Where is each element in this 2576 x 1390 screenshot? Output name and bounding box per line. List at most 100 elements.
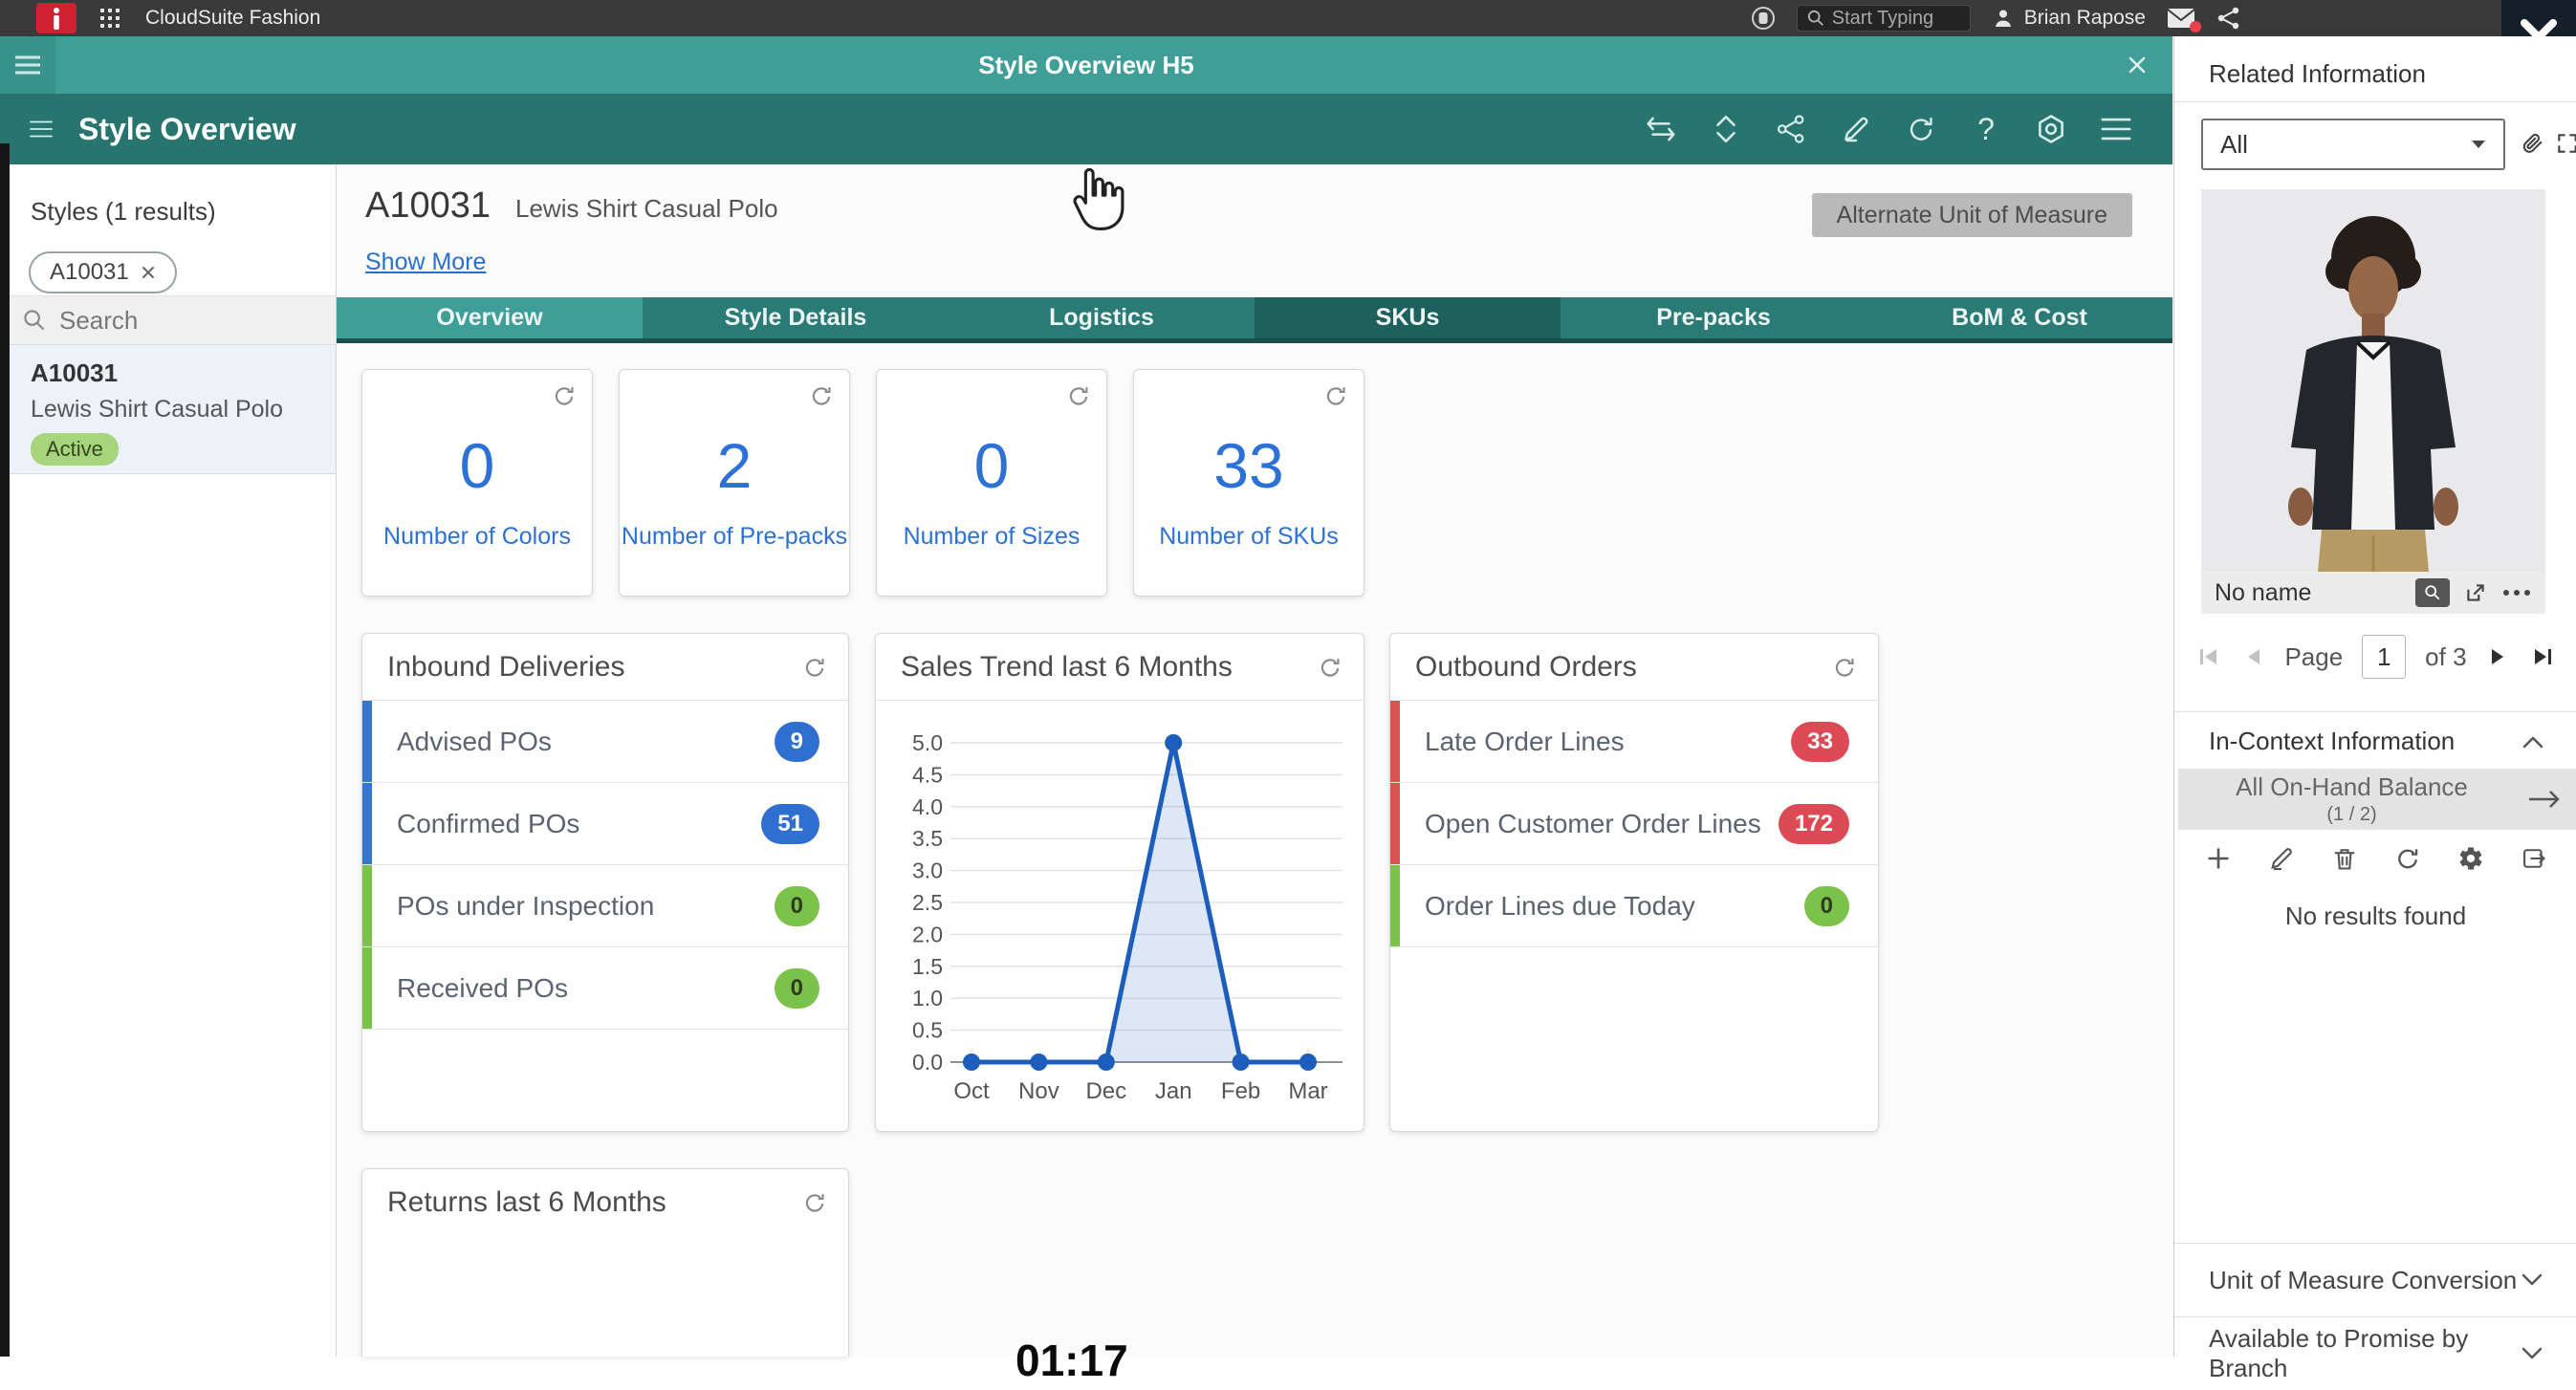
refresh-icon[interactable]: [2390, 841, 2425, 876]
refresh-icon[interactable]: [1323, 383, 1348, 408]
svg-text:Feb: Feb: [1221, 1078, 1260, 1104]
stat-value: 2: [620, 429, 849, 502]
help-icon[interactable]: ?: [1968, 111, 2004, 147]
next-page-icon[interactable]: [2486, 643, 2509, 670]
context-toolbar: [2174, 841, 2576, 876]
stat-card-number-of-skus[interactable]: 33Number of SKUs: [1133, 369, 1364, 597]
global-search[interactable]: [1797, 5, 1971, 32]
outbound-orders-panel: Outbound Orders Late Order Lines33Open C…: [1389, 633, 1879, 1132]
refresh-icon[interactable]: [552, 383, 577, 408]
settings-icon[interactable]: [2033, 111, 2069, 147]
kpi-label: Received POs: [397, 973, 775, 1004]
kpi-label: Confirmed POs: [397, 809, 761, 839]
tab-style-details[interactable]: Style Details: [643, 297, 949, 338]
related-info-filter-select[interactable]: All: [2201, 119, 2505, 170]
style-item-code: A10031: [31, 358, 336, 388]
refresh-icon[interactable]: [802, 1190, 827, 1215]
kpi-label: Late Order Lines: [1425, 727, 1791, 757]
related-information-panel: Related Information All No name: [2173, 36, 2576, 1357]
expand-icon[interactable]: [2555, 131, 2576, 156]
share-icon[interactable]: [1773, 111, 1809, 147]
kpi-row-confirmed-pos[interactable]: Confirmed POs51: [362, 783, 848, 865]
window-close-icon[interactable]: [2127, 54, 2148, 76]
style-list-item[interactable]: A10031 Lewis Shirt Casual Polo Active: [10, 345, 336, 474]
atp-by-branch-section[interactable]: Available to Promise by Branch: [2174, 1317, 2576, 1390]
edit-icon[interactable]: [1838, 111, 1874, 147]
open-in-new-icon[interactable]: [2463, 580, 2488, 605]
kpi-row-advised-pos[interactable]: Advised POs9: [362, 701, 848, 783]
stat-card-number-of-colors[interactable]: 0Number of Colors: [361, 369, 593, 597]
tab-overview[interactable]: Overview: [337, 297, 643, 338]
refresh-icon[interactable]: [809, 383, 834, 408]
tab-skus[interactable]: SKUs: [1255, 297, 1561, 338]
last-page-icon[interactable]: [2528, 643, 2557, 670]
panel-toggle-icon[interactable]: [1751, 6, 1776, 31]
svg-text:4.0: 4.0: [912, 794, 943, 819]
add-icon[interactable]: [2201, 841, 2236, 876]
svg-text:3.0: 3.0: [912, 858, 943, 883]
panel-title: Outbound Orders: [1415, 651, 1637, 684]
stat-card-number-of-sizes[interactable]: 0Number of Sizes: [876, 369, 1107, 597]
page-header: Style Overview ?: [0, 94, 2172, 164]
style-name: Lewis Shirt Casual Polo: [515, 194, 778, 224]
filter-chip-label: A10031: [50, 259, 129, 286]
uom-conversion-section[interactable]: Unit of Measure Conversion: [2174, 1244, 2576, 1316]
sidebar-search-input[interactable]: [59, 306, 298, 336]
stat-cards: 0Number of Colors2Number of Pre-packs0Nu…: [361, 369, 1364, 597]
selected-filter-value: All: [2220, 130, 2471, 160]
attachment-icon[interactable]: [2519, 130, 2545, 157]
svg-text:2.0: 2.0: [912, 922, 943, 946]
styles-sidebar: Styles (1 results) A10031 A10031 Lewis S…: [10, 164, 337, 1357]
refresh-icon[interactable]: [1832, 655, 1857, 680]
notification-dot: [2190, 21, 2201, 33]
kpi-row-received-pos[interactable]: Received POs0: [362, 947, 848, 1030]
infor-logo-icon[interactable]: [36, 3, 76, 33]
refresh-icon[interactable]: [1318, 655, 1343, 680]
alternate-uom-button[interactable]: Alternate Unit of Measure: [1812, 193, 2132, 237]
in-context-information-header[interactable]: In-Context Information: [2209, 727, 2543, 756]
settings-icon[interactable]: [2454, 841, 2488, 876]
page-number-input[interactable]: 1: [2362, 635, 2406, 679]
refresh-icon[interactable]: [1066, 383, 1091, 408]
arrow-right-icon[interactable]: [2525, 788, 2564, 811]
tab-logistics[interactable]: Logistics: [949, 297, 1255, 338]
share-icon[interactable]: [2216, 6, 2241, 31]
chip-remove-icon[interactable]: [141, 265, 156, 280]
user-menu[interactable]: Brian Rapose: [1992, 7, 2146, 30]
menu-icon[interactable]: [2098, 111, 2134, 147]
stat-card-number-of-pre-packs[interactable]: 2Number of Pre-packs: [619, 369, 850, 597]
kpi-row-pos-under-inspection[interactable]: POs under Inspection0: [362, 865, 848, 947]
delete-icon[interactable]: [2327, 841, 2362, 876]
kpi-label: POs under Inspection: [397, 891, 775, 922]
refresh-icon[interactable]: [1903, 111, 1939, 147]
section-label: Unit of Measure Conversion: [2209, 1266, 2521, 1295]
more-options-icon[interactable]: [2501, 584, 2532, 601]
show-more-link[interactable]: Show More: [365, 249, 486, 276]
refresh-icon[interactable]: [802, 655, 827, 680]
kpi-label: Open Customer Order Lines: [1425, 809, 1779, 839]
svg-text:Nov: Nov: [1018, 1078, 1059, 1104]
photo-zoom-icon[interactable]: [2415, 578, 2450, 607]
sidebar-search[interactable]: [10, 295, 336, 345]
kpi-row-open-customer-order-lines[interactable]: Open Customer Order Lines172: [1390, 783, 1878, 865]
tab-pre-packs[interactable]: Pre-packs: [1561, 297, 1867, 338]
filter-chip[interactable]: A10031: [29, 251, 177, 293]
search-icon: [1807, 10, 1824, 27]
tab-bom-cost[interactable]: BoM & Cost: [1867, 297, 2172, 338]
on-hand-balance-item[interactable]: All On-Hand Balance (1 / 2): [2178, 769, 2576, 830]
first-page-icon[interactable]: [2194, 643, 2223, 670]
kpi-row-late-order-lines[interactable]: Late Order Lines33: [1390, 701, 1878, 783]
window-menu-icon[interactable]: [0, 36, 55, 94]
expand-collapse-icon[interactable]: [1708, 111, 1744, 147]
export-icon[interactable]: [2517, 841, 2551, 876]
edit-icon[interactable]: [2264, 841, 2299, 876]
swap-icon[interactable]: [1643, 111, 1679, 147]
page-menu-icon[interactable]: [23, 111, 59, 147]
messages-icon[interactable]: [2167, 8, 2195, 29]
global-search-input[interactable]: [1832, 8, 1956, 30]
style-tabs: OverviewStyle DetailsLogisticsSKUsPre-pa…: [337, 297, 2172, 343]
app-grid-icon[interactable]: [92, 0, 128, 36]
kpi-row-order-lines-due-today[interactable]: Order Lines due Today0: [1390, 865, 1878, 947]
prev-page-icon[interactable]: [2242, 643, 2265, 670]
count-badge: 172: [1779, 804, 1849, 844]
